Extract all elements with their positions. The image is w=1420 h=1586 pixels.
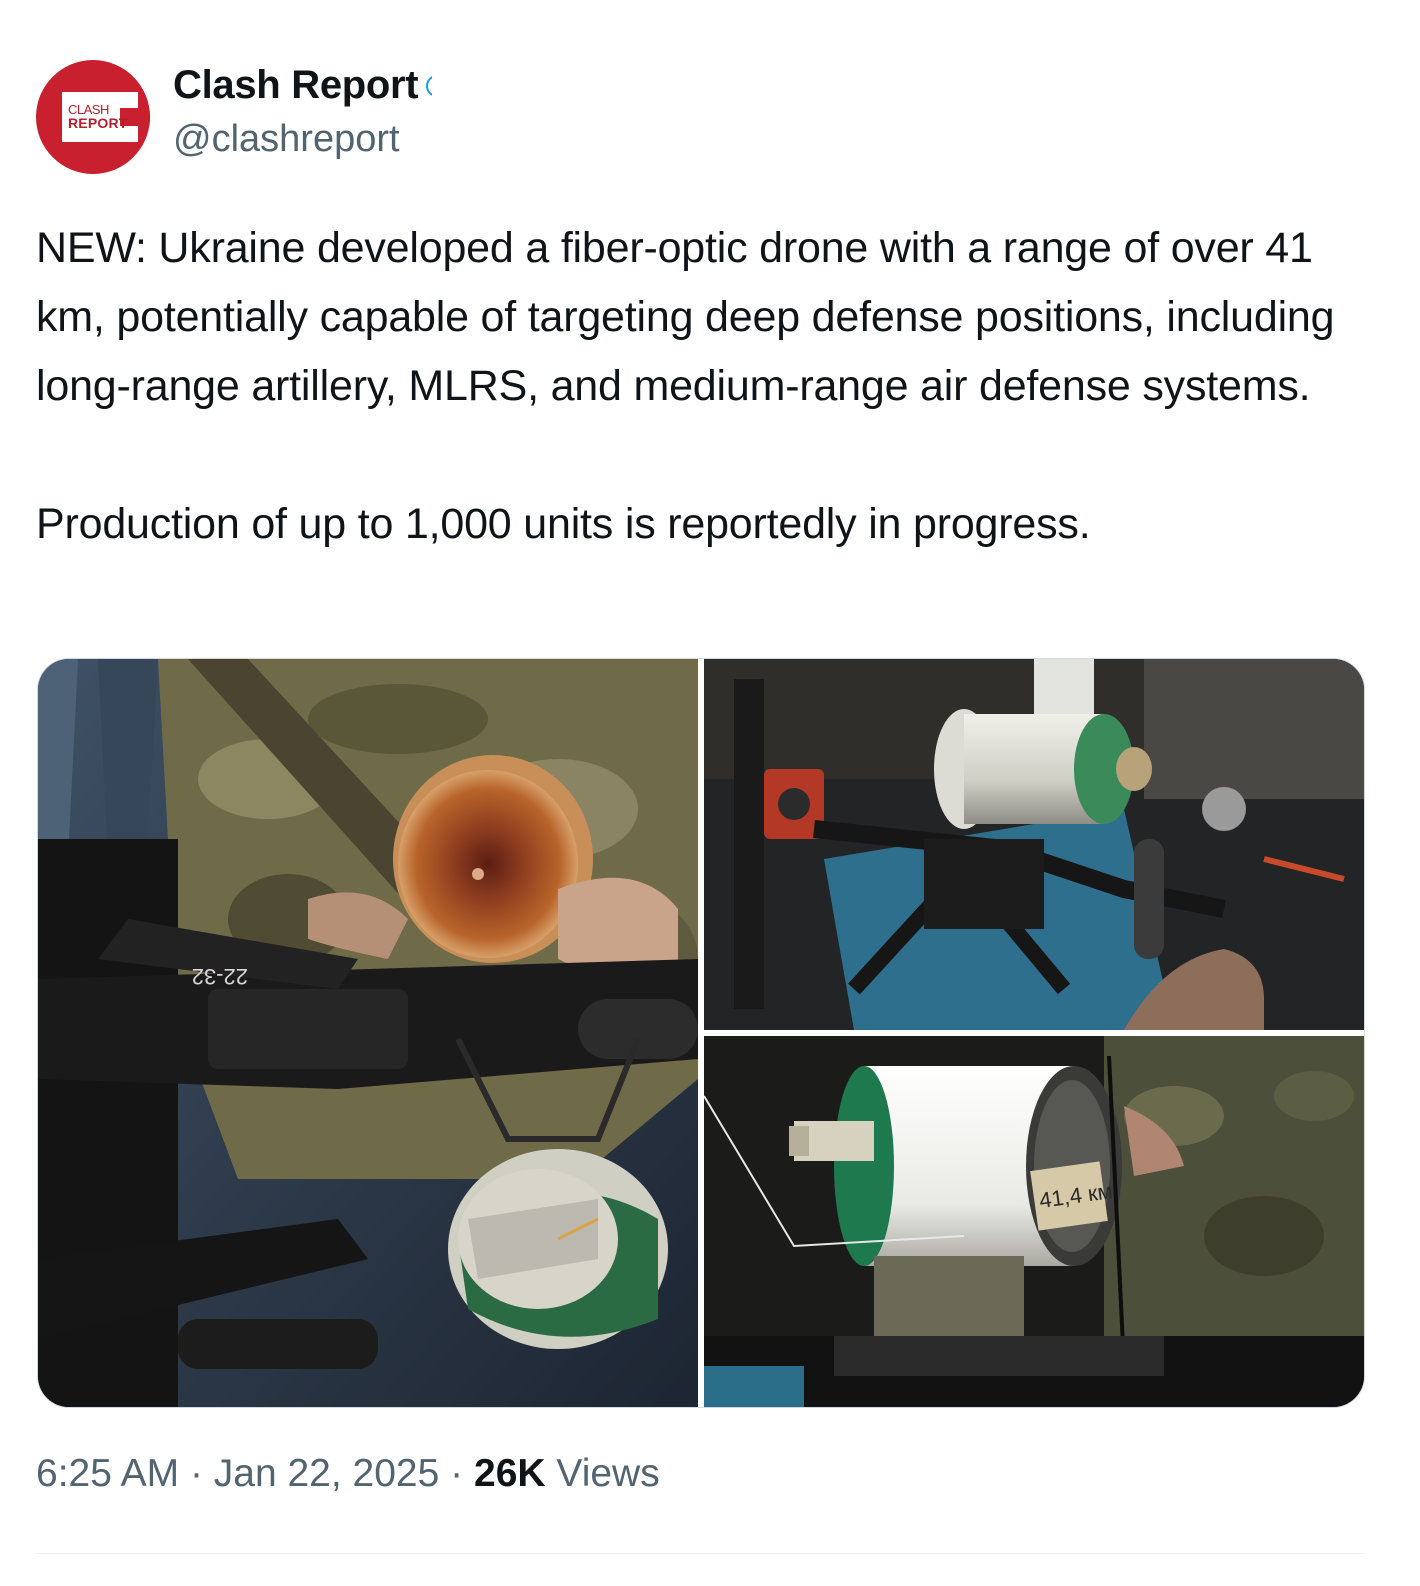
author-name-row: Clash Report <box>173 60 433 110</box>
spool-closeup-photo-image: 41,4 км <box>704 1036 1364 1407</box>
verified-badge-icon[interactable] <box>426 73 433 97</box>
tweet-divider <box>36 1553 1364 1554</box>
views-count[interactable]: 26K <box>474 1452 546 1495</box>
workbench-drone-photo-image <box>704 659 1364 1030</box>
meta-separator-2: · <box>450 1452 464 1495</box>
author-handle[interactable]: @clashreport <box>173 118 400 161</box>
tweet-header: CLASH REPORT Clash Report @clashreport <box>36 58 736 178</box>
drone-held-photo-image: 22-32 <box>38 659 698 1407</box>
tweet-time[interactable]: 6:25 AM <box>36 1452 179 1495</box>
views-label: Views <box>556 1452 660 1495</box>
media-photo-1[interactable]: 22-32 <box>38 659 698 1407</box>
tweet-date[interactable]: Jan 22, 2025 <box>214 1452 440 1495</box>
tweet-paragraph-1: NEW: Ukraine developed a fiber-optic dro… <box>36 224 1347 410</box>
media-grid: 22-32 41,4 км <box>37 658 1365 1408</box>
avatar-logo-text-bottom: REPORT <box>68 115 128 131</box>
tweet-meta: 6:25 AM · Jan 22, 2025 · 26K Views <box>36 1452 660 1496</box>
photo-1-marking: 22-32 <box>192 964 248 989</box>
tweet-paragraph-2: Production of up to 1,000 units is repor… <box>36 500 1091 548</box>
media-photo-3[interactable]: 41,4 км <box>704 1036 1364 1407</box>
tweet-text: NEW: Ukraine developed a fiber-optic dro… <box>36 214 1376 559</box>
avatar[interactable]: CLASH REPORT <box>36 60 150 174</box>
author-display-name[interactable]: Clash Report <box>173 63 419 108</box>
meta-separator-1: · <box>189 1452 203 1495</box>
media-photo-2[interactable] <box>704 659 1364 1030</box>
